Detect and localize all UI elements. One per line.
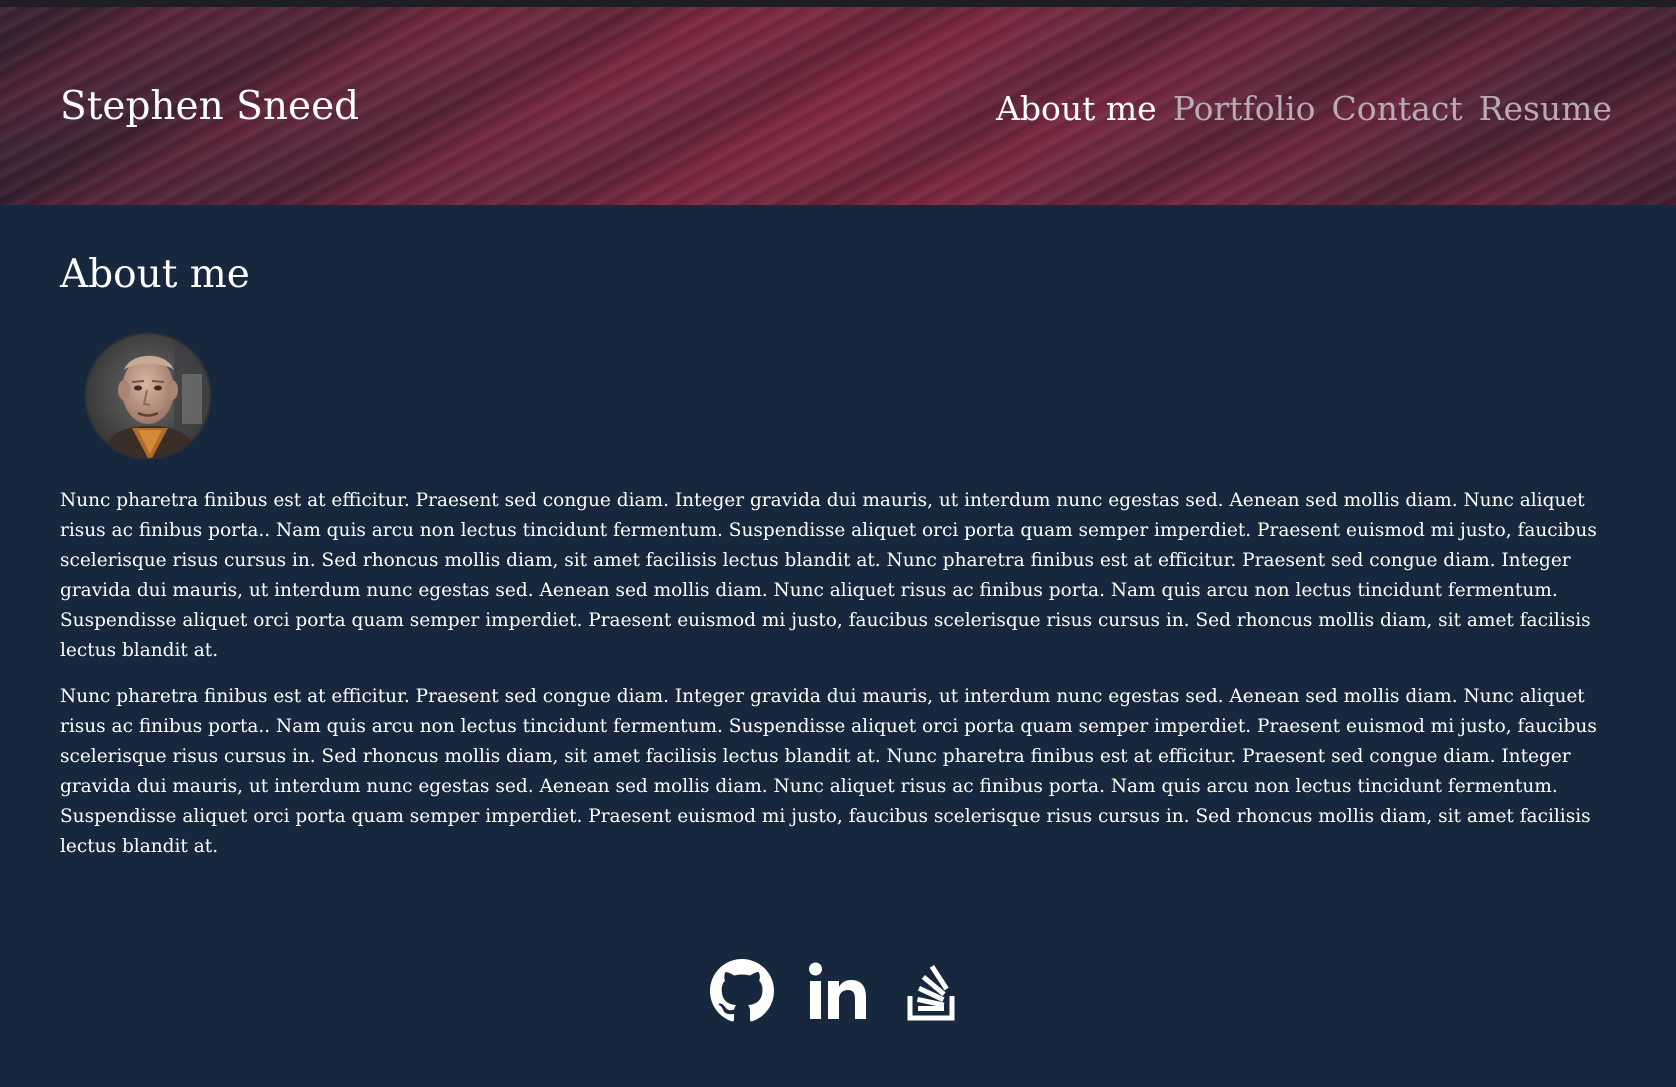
nav-portfolio[interactable]: Portfolio bbox=[1173, 87, 1316, 131]
about-text: Nunc pharetra finibus est at efficitur. … bbox=[60, 486, 1616, 878]
social-links bbox=[0, 958, 1676, 1024]
avatar bbox=[84, 332, 212, 460]
page-heading: About me bbox=[60, 252, 250, 297]
main-nav: About me Portfolio Contact Resume bbox=[996, 87, 1612, 131]
nav-resume[interactable]: Resume bbox=[1479, 87, 1612, 131]
linkedin-icon[interactable] bbox=[805, 958, 871, 1024]
nav-about-me[interactable]: About me bbox=[996, 87, 1157, 131]
stackoverflow-icon[interactable] bbox=[901, 958, 967, 1024]
main-content: About me Nunc pharetra finibus est at ef… bbox=[60, 248, 1616, 857]
about-paragraph-1: Nunc pharetra finibus est at efficitur. … bbox=[60, 490, 1597, 661]
avatar-portrait bbox=[86, 334, 210, 458]
top-strip bbox=[0, 0, 1676, 7]
site-title[interactable]: Stephen Sneed bbox=[60, 83, 359, 131]
about-paragraph-2: Nunc pharetra finibus est at efficitur. … bbox=[60, 686, 1597, 857]
github-icon[interactable] bbox=[709, 958, 775, 1024]
site-header: Stephen Sneed About me Portfolio Contact… bbox=[0, 7, 1676, 205]
nav-contact[interactable]: Contact bbox=[1332, 87, 1463, 131]
